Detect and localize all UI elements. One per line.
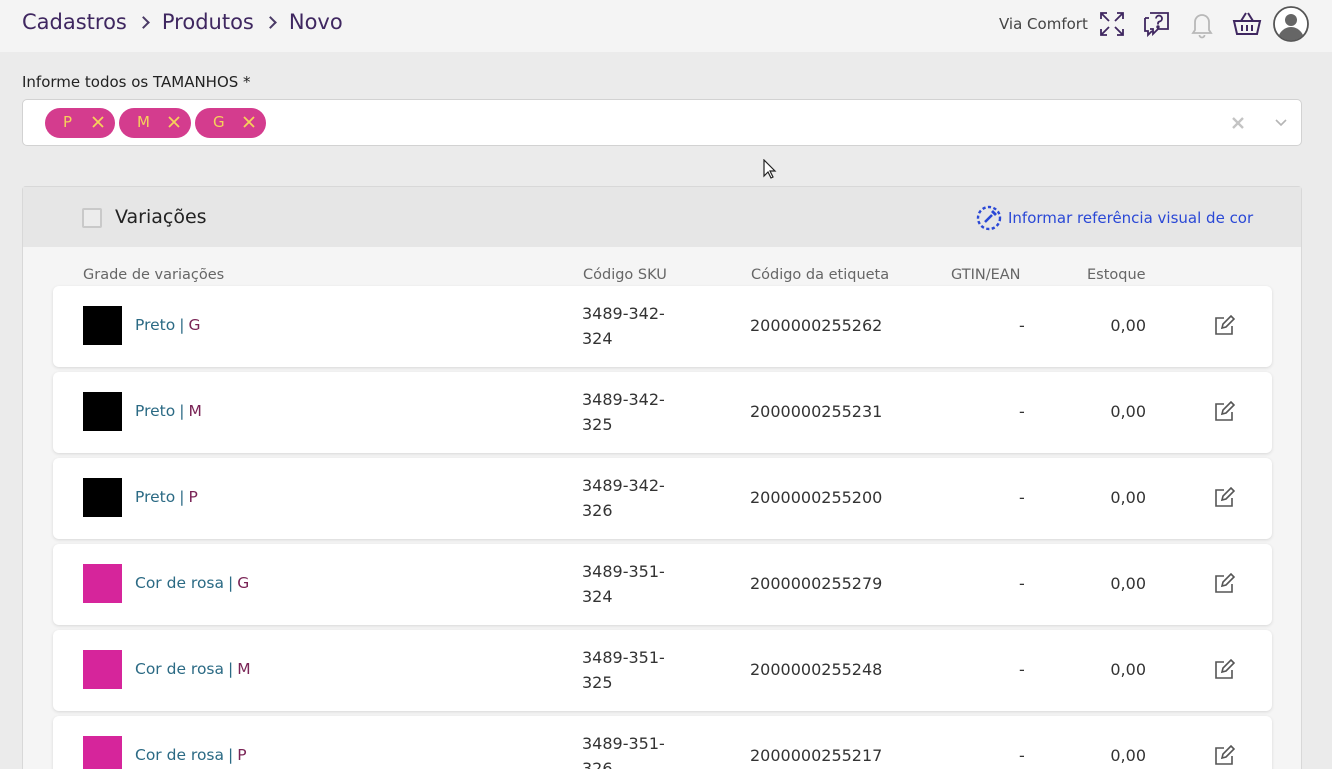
size-chip-label: M xyxy=(137,113,150,131)
col-header-stock: Estoque xyxy=(1087,267,1146,283)
label-code: 2000000255262 xyxy=(750,316,883,335)
label-code: 2000000255217 xyxy=(750,746,883,765)
sku-code: 3489-351- 324 xyxy=(582,562,665,606)
sizes-field-label: Informe todos os TAMANHOS * xyxy=(22,73,251,91)
color-swatch xyxy=(83,736,122,769)
remove-chip-icon[interactable] xyxy=(167,115,181,129)
stock-value: 0,00 xyxy=(1110,660,1146,679)
basket-icon[interactable] xyxy=(1232,9,1262,39)
sku-code: 3489-342- 324 xyxy=(582,304,665,348)
sku-code: 3489-351- 326 xyxy=(582,734,665,769)
variation-name: Preto | P xyxy=(135,488,198,506)
color-reference-label: Informar referência visual de cor xyxy=(1008,209,1254,227)
variation-name: Cor de rosa | P xyxy=(135,746,247,764)
gtin-value: - xyxy=(1019,574,1025,593)
color-swatch xyxy=(83,478,122,517)
breadcrumb-novo: Novo xyxy=(288,10,343,34)
edit-icon[interactable] xyxy=(1213,659,1235,681)
variation-row: Cor de rosa | G 3489-351- 324 2000000255279… xyxy=(53,544,1272,625)
label-code: 2000000255200 xyxy=(750,488,883,507)
gtin-value: - xyxy=(1019,660,1025,679)
variations-header: Variações Informar referência visual de … xyxy=(23,187,1301,247)
color-picker-icon xyxy=(976,205,1002,231)
stock-value: 0,00 xyxy=(1110,402,1146,421)
color-swatch xyxy=(83,306,122,345)
sizes-multiselect[interactable]: P M G xyxy=(22,99,1302,146)
color-swatch xyxy=(83,392,122,431)
breadcrumb-produtos[interactable]: Produtos xyxy=(162,10,254,34)
gtin-value: - xyxy=(1019,402,1025,421)
col-header-grade: Grade de variações xyxy=(83,267,225,283)
variation-row: Preto | G 3489-342- 324 2000000255262 - 0,0… xyxy=(53,286,1272,367)
sku-code: 3489-351- 325 xyxy=(582,648,665,692)
expand-icon[interactable] xyxy=(1097,9,1127,39)
breadcrumb: Cadastros Produtos Novo xyxy=(22,10,343,34)
top-bar: Cadastros Produtos Novo Via Comfort xyxy=(0,0,1332,52)
label-code: 2000000255231 xyxy=(750,402,883,421)
color-swatch xyxy=(83,564,122,603)
help-icon[interactable] xyxy=(1142,9,1172,39)
variation-name: Preto | G xyxy=(135,316,201,334)
color-reference-link[interactable]: Informar referência visual de cor xyxy=(976,205,1253,231)
col-header-tag: Código da etiqueta xyxy=(751,267,890,283)
variation-row: Preto | P 3489-342- 326 2000000255200 - 0,0… xyxy=(53,458,1272,539)
mouse-cursor-icon xyxy=(763,159,777,179)
size-chip-g: G xyxy=(195,108,266,138)
label-code: 2000000255279 xyxy=(750,574,883,593)
variation-row: Preto | M 3489-342- 325 2000000255231 - 0,0… xyxy=(53,372,1272,453)
stock-value: 0,00 xyxy=(1110,316,1146,335)
chevron-right-icon xyxy=(263,15,277,29)
gtin-value: - xyxy=(1019,316,1025,335)
variation-name: Cor de rosa | M xyxy=(135,660,251,678)
variation-name: Preto | M xyxy=(135,402,202,420)
variation-row: Cor de rosa | P 3489-351- 326 2000000255217… xyxy=(53,716,1272,769)
variation-name: Cor de rosa | G xyxy=(135,574,250,592)
col-header-sku: Código SKU xyxy=(583,267,667,283)
edit-icon[interactable] xyxy=(1213,573,1235,595)
stock-value: 0,00 xyxy=(1110,746,1146,765)
size-chip-m: M xyxy=(119,108,191,138)
remove-chip-icon[interactable] xyxy=(242,115,256,129)
stock-value: 0,00 xyxy=(1110,488,1146,507)
size-chip-label: G xyxy=(213,113,225,131)
user-avatar-icon[interactable] xyxy=(1273,6,1309,42)
clear-all-icon[interactable] xyxy=(1230,115,1246,131)
sku-code: 3489-342- 325 xyxy=(582,390,665,434)
breadcrumb-cadastros[interactable]: Cadastros xyxy=(22,10,127,34)
variation-row: Cor de rosa | M 3489-351- 325 2000000255248… xyxy=(53,630,1272,711)
gtin-value: - xyxy=(1019,488,1025,507)
edit-icon[interactable] xyxy=(1213,401,1235,423)
color-swatch xyxy=(83,650,122,689)
edit-icon[interactable] xyxy=(1213,745,1235,767)
bell-icon[interactable] xyxy=(1187,9,1217,39)
chevron-right-icon xyxy=(137,15,150,29)
edit-icon[interactable] xyxy=(1213,315,1235,337)
size-chip-p: P xyxy=(45,108,115,138)
col-header-gtin: GTIN/EAN xyxy=(951,267,1021,283)
size-chip-label: P xyxy=(63,113,73,131)
store-name[interactable]: Via Comfort xyxy=(999,15,1088,33)
select-all-checkbox[interactable] xyxy=(82,208,102,228)
sku-code: 3489-342- 326 xyxy=(582,476,665,520)
variations-title: Variações xyxy=(115,206,207,228)
edit-icon[interactable] xyxy=(1213,487,1235,509)
variations-panel: Variações Informar referência visual de … xyxy=(22,186,1302,769)
remove-chip-icon[interactable] xyxy=(91,115,105,129)
gtin-value: - xyxy=(1019,746,1025,765)
stock-value: 0,00 xyxy=(1110,574,1146,593)
label-code: 2000000255248 xyxy=(750,660,883,679)
chevron-down-icon[interactable] xyxy=(1275,117,1287,127)
